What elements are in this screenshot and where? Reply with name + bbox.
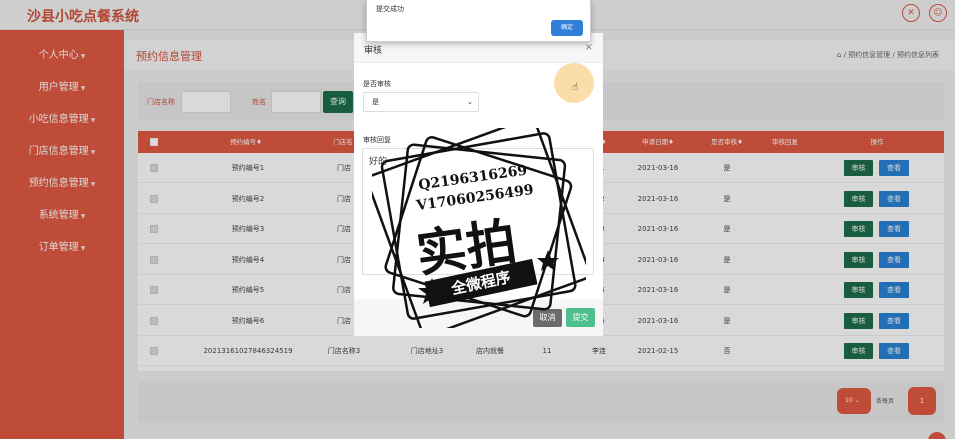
alert-message: 提交成功 — [376, 5, 404, 13]
success-alert: 提交成功 确定 — [366, 0, 591, 42]
watermark-stamp: Q2196316269 V17060256499 实拍 全微程序 — [372, 128, 586, 328]
chevron-down-icon: ⌄ — [467, 98, 473, 106]
audit-status-value: 是 — [372, 98, 379, 106]
alert-ok-button[interactable]: 确定 — [551, 20, 583, 36]
pointer-cursor-icon: ☝ — [572, 82, 579, 93]
close-icon[interactable]: × — [585, 42, 593, 53]
modal-title: 审核 — [364, 46, 383, 56]
audit-status-label: 是否审核 — [363, 80, 391, 88]
audit-status-select[interactable]: 是 ⌄ — [363, 92, 479, 112]
